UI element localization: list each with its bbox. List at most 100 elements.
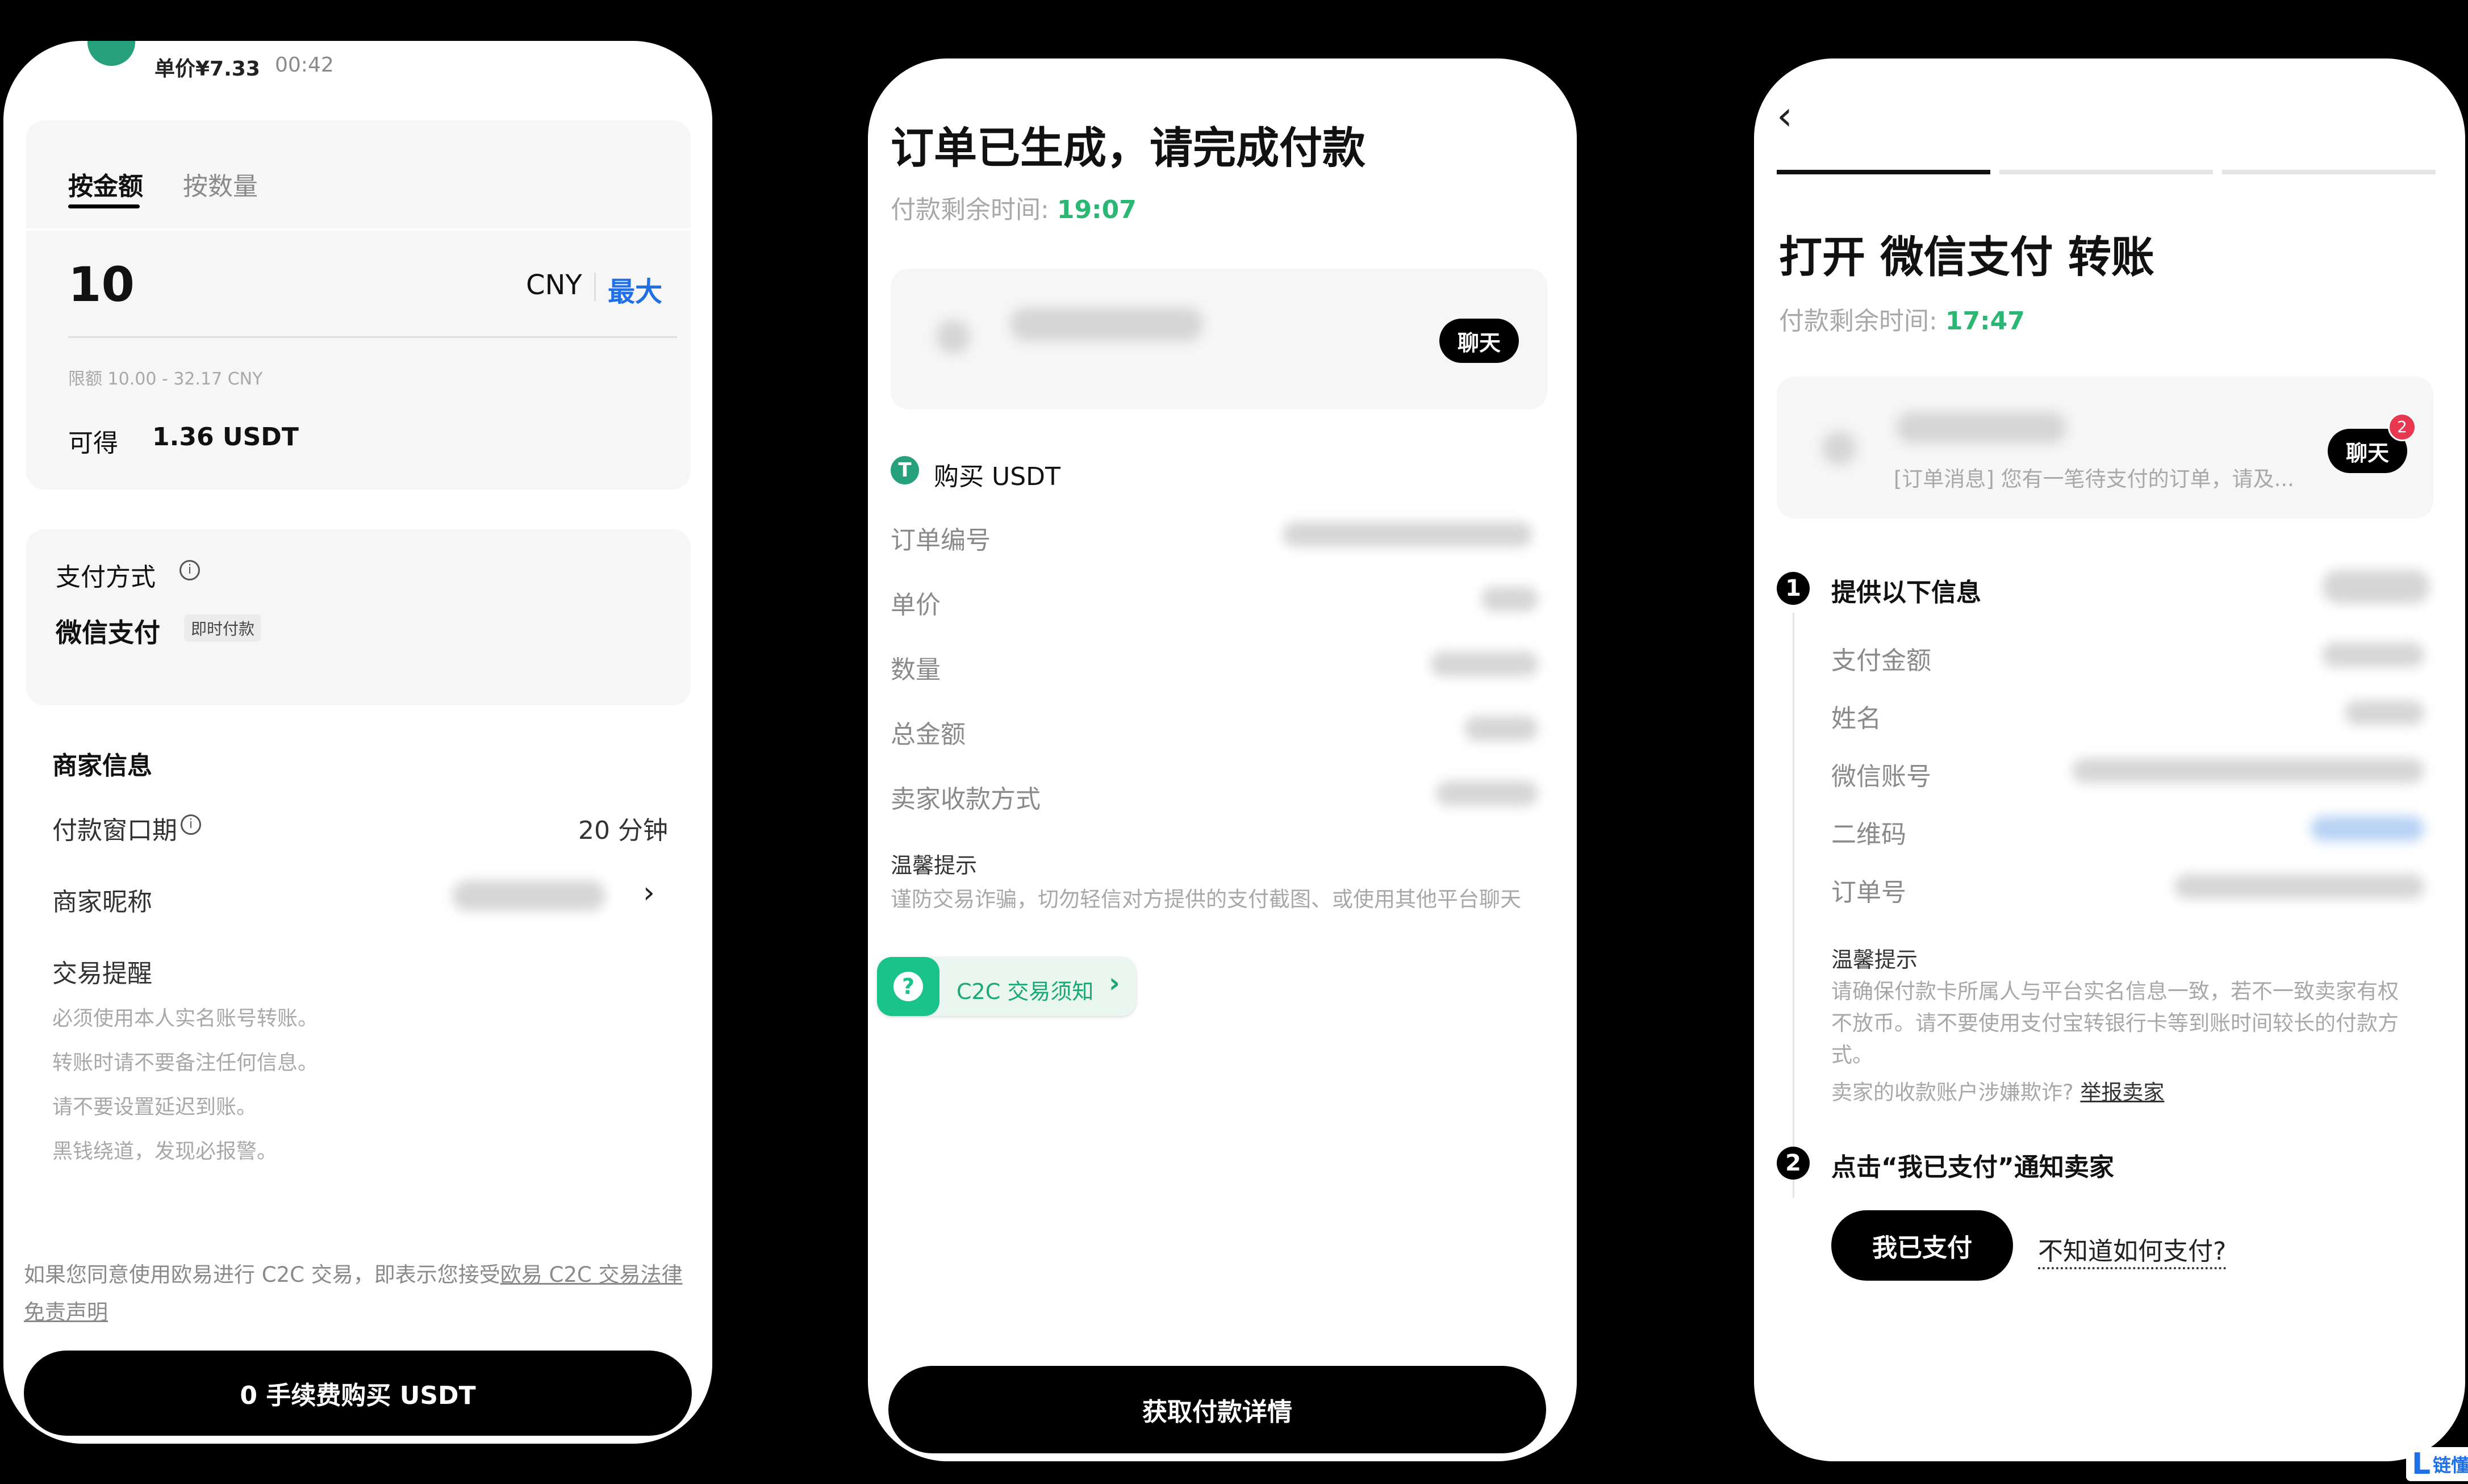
tab-by-quantity[interactable]: 按数量: [183, 166, 258, 202]
tip-line: 请确保付款卡所属人与平台实名信息一致，若不一致卖家有权: [1831, 979, 2399, 1004]
amount-card: 按金额 按数量 10 CNY 最大 限额 10.00 - 32.17 CNY 可…: [26, 120, 691, 490]
c2c-notice-link[interactable]: ? C2C 交易须知 ›: [877, 957, 1136, 1016]
how-to-pay-link[interactable]: 不知道如何支付?: [2038, 1231, 2227, 1269]
merchant-info-title: 商家信息: [52, 751, 152, 780]
countdown-value: 17:47: [1945, 307, 2025, 336]
order-no-blurred: [2174, 874, 2424, 899]
merchant-nickname-blurred: [452, 880, 605, 911]
field-label-seller-method: 卖家收款方式: [891, 785, 1041, 814]
page-title: 订单已生成，请完成付款: [891, 123, 1365, 173]
step-number-2: 2: [1777, 1147, 1810, 1180]
tab-by-amount[interactable]: 按金额: [68, 166, 143, 202]
seller-name-blurred: [1010, 307, 1203, 341]
countdown: 付款剩余时间: 19:07: [891, 189, 1137, 225]
amount-underline: [68, 336, 677, 338]
header-time: 00:42: [275, 53, 334, 77]
phone-screen-order-form: 单价¥7.33 00:42 按金额 按数量 10 CNY 最大 限额 10.00…: [3, 41, 712, 1444]
payment-window-value: 20 分钟: [578, 816, 668, 845]
payment-method-value: 微信支付: [56, 617, 160, 648]
field-label-name: 姓名: [1831, 704, 1881, 733]
report-seller-link[interactable]: 举报卖家: [2080, 1080, 2164, 1105]
step1-action-blurred: [2322, 570, 2430, 604]
payment-method-title: 支付方式: [56, 563, 156, 592]
receive-label: 可得: [68, 429, 118, 458]
tip-line: 式。: [1831, 1043, 1873, 1067]
merchant-nickname-label: 商家昵称: [52, 888, 152, 917]
countdown: 付款剩余时间: 17:47: [1779, 300, 2025, 337]
buy-usdt-button[interactable]: 0 手续费购买 USDT: [24, 1351, 692, 1436]
amount-input[interactable]: 10: [68, 257, 135, 312]
payment-window-label: 付款窗口期: [52, 816, 177, 845]
instant-badge: 即时付款: [184, 614, 262, 642]
trade-reminder-title: 交易提醒: [52, 959, 152, 988]
countdown-value: 19:07: [1056, 195, 1137, 224]
reminder-line: 请不要设置延迟到账。: [52, 1096, 257, 1119]
progress-step: [1999, 170, 2213, 174]
field-label-quantity: 数量: [891, 655, 941, 684]
order-message: [订单消息] 您有一笔待支付的订单，请及...: [1894, 467, 2294, 491]
unit-price: 单价¥7.33: [154, 57, 260, 81]
currency-label: CNY: [526, 269, 582, 301]
tip-line: 不放币。请不要使用支付宝转银行卡等到账时间较长的付款方: [1831, 1011, 2399, 1035]
field-label-qr-code: 二维码: [1831, 820, 1906, 849]
name-blurred: [2345, 700, 2424, 725]
phone-screen-transfer: ‹ 打开 微信支付 转账 付款剩余时间: 17:47 [订单消息] 您有一笔待支…: [1754, 58, 2465, 1461]
field-label-unit-price: 单价: [891, 591, 941, 620]
chevron-right-icon[interactable]: ›: [643, 876, 655, 910]
seller-avatar-blurred: [936, 320, 970, 354]
reminder-line: 转账时请不要备注任何信息。: [52, 1051, 319, 1075]
back-arrow-icon[interactable]: ‹: [1777, 93, 1793, 139]
get-payment-details-button[interactable]: 获取付款详情: [888, 1366, 1546, 1453]
max-button[interactable]: 最大: [608, 269, 662, 309]
field-label-amount: 支付金额: [1831, 646, 1931, 675]
reminder-line: 必须使用本人实名账号转账。: [52, 1007, 319, 1030]
unit-price-blurred: [1481, 587, 1538, 612]
tether-icon: T: [891, 456, 919, 484]
step1-title: 提供以下信息: [1831, 578, 1981, 607]
seller-name-blurred: [1896, 412, 2066, 444]
qr-code-link-blurred[interactable]: [2311, 816, 2424, 841]
step-number-1: 1: [1777, 572, 1810, 605]
agreement-text: 如果您同意使用欧易进行 C2C 交易，即表示您接受欧易 C2C 交易法律: [24, 1257, 682, 1288]
seller-avatar-blurred: [1822, 431, 1856, 465]
tip-text: 谨防交易诈骗，切勿轻信对方提供的支付截图、或使用其他平台聊天: [891, 887, 1521, 912]
info-icon[interactable]: i: [181, 814, 201, 835]
help-icon: ?: [877, 957, 939, 1016]
seller-chat-card[interactable]: [订单消息] 您有一笔待支付的订单，请及... 聊天 2: [1777, 377, 2433, 519]
phone-screen-order-created: 订单已生成，请完成付款 付款剩余时间: 19:07 聊天 T 购买 USDT 订…: [868, 58, 1577, 1461]
unread-badge: 2: [2388, 413, 2416, 441]
quantity-blurred: [1430, 651, 1538, 676]
seller-card: 聊天: [891, 269, 1547, 409]
watermark-l-icon: L: [2412, 1447, 2431, 1481]
field-label-order-no: 订单号: [1831, 878, 1906, 907]
tether-icon: [87, 41, 135, 66]
watermark-text: 链懂: [2433, 1454, 2468, 1476]
chat-button[interactable]: 聊天: [1439, 319, 1519, 363]
field-label-order-no: 订单编号: [891, 526, 991, 555]
progress-step: [2222, 170, 2436, 174]
disclaimer-link[interactable]: 免责声明: [24, 1295, 108, 1326]
step2-title: 点击“我已支付”通知卖家: [1831, 1153, 2114, 1182]
report-row: 卖家的收款账户涉嫌欺诈? 举报卖家: [1831, 1075, 2164, 1106]
amount-blurred: [2322, 642, 2424, 667]
seller-method-blurred: [1436, 781, 1538, 806]
limit-text: 限额 10.00 - 32.17 CNY: [68, 369, 263, 389]
wechat-account-blurred: [2072, 758, 2424, 783]
receive-value: 1.36 USDT: [152, 423, 299, 452]
i-have-paid-button[interactable]: 我已支付: [1831, 1210, 2013, 1281]
order-title: 购买 USDT: [934, 462, 1060, 491]
info-icon[interactable]: i: [179, 560, 200, 580]
countdown-label: 付款剩余时间:: [891, 195, 1049, 224]
field-label-wechat-account: 微信账号: [1831, 762, 1931, 791]
agreement-prefix: 如果您同意使用欧易进行 C2C 交易，即表示您接受: [24, 1263, 500, 1287]
c2c-notice-label: C2C 交易须知: [957, 979, 1094, 1004]
tip-title: 温馨提示: [1831, 947, 1918, 972]
step-connector: [1793, 613, 1794, 1198]
tab-active-underline: [68, 204, 140, 208]
legal-link[interactable]: 欧易 C2C 交易法律: [500, 1263, 683, 1287]
divider: [594, 273, 596, 301]
watermark-logo: L 链懂: [2406, 1447, 2468, 1481]
payment-method-card[interactable]: 支付方式 i 微信支付 即时付款: [26, 529, 691, 705]
report-prefix: 卖家的收款账户涉嫌欺诈?: [1831, 1080, 2074, 1105]
progress-step-active: [1777, 170, 1990, 174]
